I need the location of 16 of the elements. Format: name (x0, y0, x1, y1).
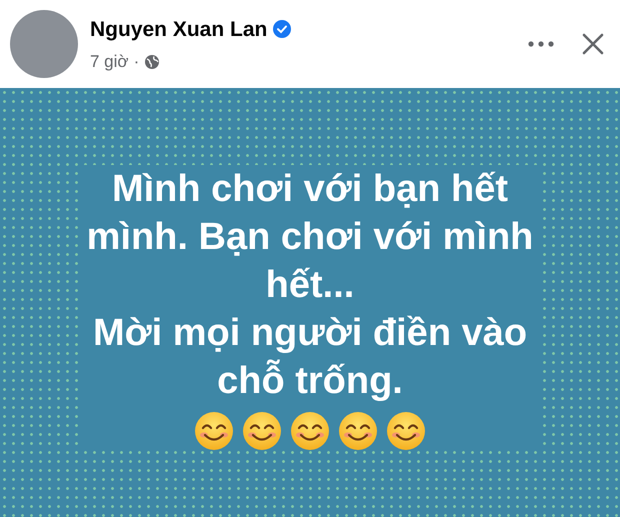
separator-dot: · (134, 51, 140, 73)
smiling-face-icon (338, 410, 378, 450)
post-time[interactable]: 7 giờ (90, 49, 129, 74)
post-text-line: chỗ trống. (217, 358, 403, 404)
smiling-face-icon (242, 410, 282, 450)
globe-icon (144, 54, 160, 70)
author-name[interactable]: Nguyen Xuan Lan (90, 14, 268, 45)
more-options-icon[interactable] (528, 41, 554, 47)
close-icon[interactable] (582, 33, 604, 55)
post-text-line: hết... (266, 262, 354, 308)
post-text-line: Mình chơi với bạn hết (112, 166, 508, 212)
smiling-face-icon (290, 410, 330, 450)
post-text-line: mình. Bạn chơi với mình (86, 214, 534, 260)
smiling-face-icon (194, 410, 234, 450)
smiling-face-icon (386, 410, 426, 450)
post-text-line: Mời mọi người điền vào (92, 310, 528, 356)
